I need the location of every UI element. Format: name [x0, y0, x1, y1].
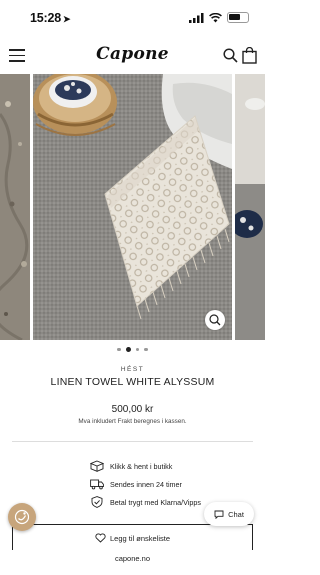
truck-icon — [90, 479, 104, 490]
status-time-text: 15:28 — [30, 11, 61, 25]
product-price: 500,00 kr — [111, 404, 154, 415]
url-text[interactable]: capone.no — [0, 554, 265, 563]
product-gallery[interactable] — [0, 74, 265, 340]
accessibility-button[interactable] — [8, 503, 36, 531]
feature-pickup-text: Klikk & hent i butikk — [110, 461, 173, 471]
carousel-dot-active[interactable] — [125, 347, 131, 352]
product-brand[interactable]: HÉST — [0, 366, 265, 373]
tax-shipping-note: Mva inkludert Frakt beregnes i kassen. — [78, 418, 187, 425]
shopping-bag-icon[interactable] — [242, 47, 257, 64]
product-image-towel — [33, 74, 232, 340]
battery-icon — [227, 12, 249, 23]
carousel-dot[interactable] — [144, 347, 148, 352]
status-indicators — [189, 12, 249, 23]
feature-shipping-text: Sendes innen 24 timer — [110, 479, 182, 489]
signal-icon — [189, 12, 204, 23]
carousel-dot[interactable] — [135, 347, 140, 352]
slide-next-image — [235, 74, 265, 340]
gallery-slide-active[interactable] — [33, 74, 232, 340]
box-icon — [90, 460, 104, 472]
accessibility-icon — [14, 509, 30, 525]
search-icon[interactable] — [223, 48, 238, 63]
slide-previous-image — [0, 74, 30, 340]
wifi-icon — [209, 12, 222, 22]
add-to-wishlist-button[interactable]: Legg til ønskeliste — [12, 524, 253, 552]
status-bar: 15:28 ➤ — [0, 0, 265, 38]
feature-list: Klikk & hent i butikk Sendes innen 24 ti… — [90, 457, 201, 511]
gallery-slide-previous[interactable] — [0, 74, 30, 340]
shield-check-icon — [91, 496, 103, 508]
chat-label: Chat — [228, 509, 244, 519]
feature-shipping: Sendes innen 24 timer — [90, 475, 201, 493]
feature-payment: Betal trygt med Klarna/Vipps — [90, 493, 201, 511]
site-header: Capone — [0, 38, 265, 74]
chat-button[interactable]: Chat — [204, 502, 254, 526]
carousel-dots — [0, 347, 265, 352]
chat-bubble-icon — [214, 510, 224, 519]
wishlist-label: Legg til ønskeliste — [109, 533, 171, 543]
feature-payment-text: Betal trygt med Klarna/Vipps — [110, 497, 201, 507]
feature-pickup: Klikk & hent i butikk — [90, 457, 201, 475]
divider — [12, 441, 253, 442]
status-time: 15:28 ➤ — [30, 11, 71, 25]
heart-icon — [95, 533, 106, 543]
location-arrow-icon: ➤ — [62, 14, 71, 24]
product-title: LINEN TOWEL WHITE ALYSSUM — [50, 376, 215, 388]
zoom-button[interactable] — [205, 310, 225, 330]
browser-url-bar[interactable]: capone.no — [0, 550, 265, 575]
zoom-icon — [209, 314, 221, 326]
gallery-slide-next[interactable] — [235, 74, 265, 340]
carousel-dot[interactable] — [117, 347, 121, 352]
